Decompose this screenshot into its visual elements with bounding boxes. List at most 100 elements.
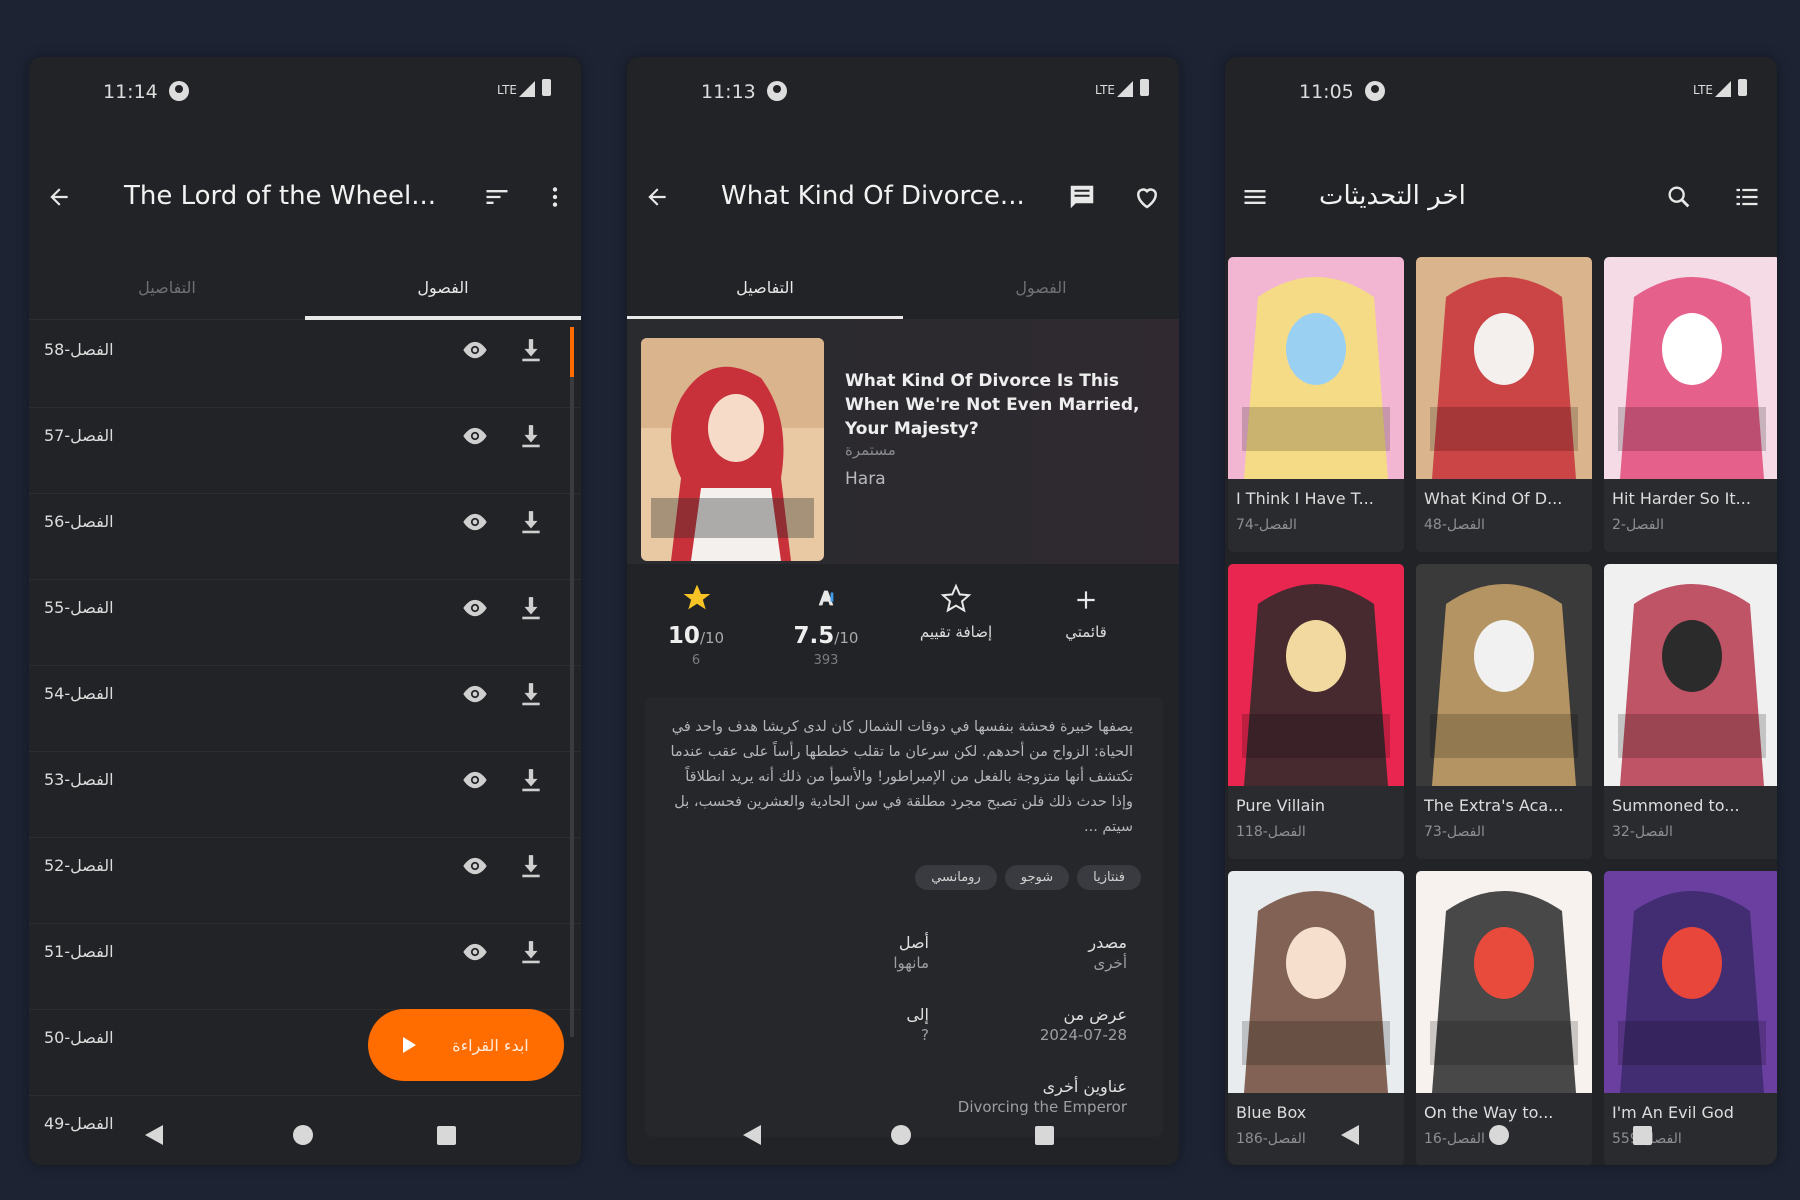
home-circle-icon[interactable] bbox=[891, 1125, 911, 1145]
eye-icon[interactable] bbox=[461, 766, 489, 794]
description-card: يصفها خبيرة فحشة بنفسها في دوقات الشمال … bbox=[645, 697, 1163, 1137]
home-circle-icon[interactable] bbox=[1489, 1125, 1509, 1145]
back-triangle-icon[interactable] bbox=[145, 1125, 163, 1145]
system-nav-bar bbox=[1225, 1103, 1777, 1165]
manga-cover bbox=[1604, 257, 1777, 479]
download-icon[interactable] bbox=[518, 938, 544, 966]
eye-icon[interactable] bbox=[461, 938, 489, 966]
manga-card-chapter: الفصل-73 bbox=[1424, 824, 1485, 840]
eye-icon[interactable] bbox=[461, 508, 489, 536]
cover-image[interactable] bbox=[641, 338, 824, 561]
chapter-row[interactable]: الفصل-55 bbox=[29, 580, 581, 666]
chapter-row[interactable]: الفصل-56 bbox=[29, 494, 581, 580]
notification-icon bbox=[169, 81, 189, 101]
download-icon[interactable] bbox=[518, 852, 544, 880]
publication-status: مستمرة bbox=[845, 441, 896, 459]
info-from: عرض من 2024-07-28 bbox=[1040, 1005, 1127, 1044]
manga-cover bbox=[1604, 564, 1777, 786]
download-icon[interactable] bbox=[518, 422, 544, 450]
tab-chapters[interactable]: الفصول bbox=[903, 257, 1179, 317]
tab-indicator bbox=[305, 316, 581, 320]
notification-icon bbox=[1365, 81, 1385, 101]
eye-icon[interactable] bbox=[461, 852, 489, 880]
tab-chapters[interactable]: الفصول bbox=[305, 257, 581, 317]
genre-chip[interactable]: فنتازيا bbox=[1077, 865, 1141, 890]
chapter-label: الفصل-52 bbox=[44, 856, 114, 875]
eye-icon[interactable] bbox=[461, 680, 489, 708]
recents-square-icon[interactable] bbox=[437, 1126, 456, 1145]
chapter-row[interactable]: الفصل-58 bbox=[29, 322, 581, 408]
battery-icon bbox=[1738, 79, 1747, 96]
chapter-row[interactable]: الفصل-52 bbox=[29, 838, 581, 924]
genre-chip[interactable]: رومانسي bbox=[915, 865, 997, 890]
heart-icon[interactable] bbox=[1129, 179, 1165, 215]
manga-card[interactable]: Summoned to... الفصل-32 bbox=[1604, 564, 1777, 859]
chapter-label: الفصل-56 bbox=[44, 512, 114, 531]
notification-icon bbox=[767, 81, 787, 101]
hamburger-menu-icon[interactable] bbox=[1237, 179, 1273, 215]
download-icon[interactable] bbox=[518, 508, 544, 536]
manga-card-chapter: الفصل-118 bbox=[1236, 824, 1306, 840]
manga-card-title: Pure Villain bbox=[1236, 796, 1325, 815]
status-bar: 11:05 LTE bbox=[1225, 57, 1777, 127]
arrow-back-icon[interactable] bbox=[639, 179, 675, 215]
sort-icon[interactable] bbox=[479, 179, 515, 215]
anilist-stat[interactable]: 7.5/10 393 bbox=[761, 577, 891, 668]
info-from-key: عرض من bbox=[1063, 1005, 1127, 1024]
scrollbar[interactable] bbox=[570, 327, 574, 1037]
download-icon[interactable] bbox=[518, 594, 544, 622]
info-to-key: إلى bbox=[906, 1005, 929, 1024]
download-icon[interactable] bbox=[518, 680, 544, 708]
eye-icon[interactable] bbox=[461, 594, 489, 622]
manga-cover bbox=[1604, 871, 1777, 1093]
chapter-row[interactable]: الفصل-57 bbox=[29, 408, 581, 494]
download-icon[interactable] bbox=[518, 766, 544, 794]
home-circle-icon[interactable] bbox=[293, 1125, 313, 1145]
tab-details[interactable]: التفاصيل bbox=[627, 257, 903, 317]
manga-cover bbox=[1228, 871, 1404, 1093]
manga-card-chapter: الفصل-32 bbox=[1612, 824, 1673, 840]
manga-card-title: Hit Harder So It... bbox=[1612, 489, 1751, 508]
manga-card[interactable]: I Think I Have T... الفصل-74 bbox=[1228, 257, 1404, 552]
manga-card[interactable]: Pure Villain الفصل-118 bbox=[1228, 564, 1404, 859]
status-time: 11:13 bbox=[701, 81, 756, 103]
manga-cover bbox=[1416, 564, 1592, 786]
back-triangle-icon[interactable] bbox=[1341, 1125, 1359, 1145]
download-icon[interactable] bbox=[518, 336, 544, 364]
anilist-icon bbox=[811, 583, 841, 613]
info-from-value: 2024-07-28 bbox=[1039, 1026, 1127, 1044]
info-source-value: أخرى bbox=[1093, 954, 1127, 972]
rating-suffix: /10 bbox=[699, 629, 725, 647]
network-label: LTE bbox=[497, 83, 517, 97]
page-title: What Kind Of Divorce... bbox=[721, 181, 1025, 211]
manga-card[interactable]: The Extra's Aca... الفصل-73 bbox=[1416, 564, 1592, 859]
chapter-row[interactable]: الفصل-51 bbox=[29, 924, 581, 1010]
manga-card-title: What Kind Of D... bbox=[1424, 489, 1563, 508]
anilist-value: 7.5 bbox=[793, 623, 835, 649]
comment-icon[interactable] bbox=[1064, 179, 1100, 215]
chapter-row[interactable]: الفصل-54 bbox=[29, 666, 581, 752]
start-reading-button[interactable]: ابدء القراءة bbox=[368, 1009, 564, 1081]
chapter-row[interactable]: الفصل-53 bbox=[29, 752, 581, 838]
genre-chip[interactable]: شوجو bbox=[1004, 865, 1070, 890]
my-list-button[interactable]: قائمتي bbox=[1021, 577, 1151, 641]
scrollbar-thumb[interactable] bbox=[570, 327, 574, 377]
manga-card[interactable]: What Kind Of D... الفصل-48 bbox=[1416, 257, 1592, 552]
tab-details[interactable]: التفاصيل bbox=[29, 257, 305, 317]
recents-square-icon[interactable] bbox=[1633, 1126, 1652, 1145]
chapter-label: الفصل-53 bbox=[44, 770, 114, 789]
description-text[interactable]: يصفها خبيرة فحشة بنفسها في دوقات الشمال … bbox=[663, 715, 1133, 840]
arrow-back-icon[interactable] bbox=[41, 179, 77, 215]
list-view-icon[interactable] bbox=[1729, 179, 1765, 215]
back-triangle-icon[interactable] bbox=[743, 1125, 761, 1145]
recents-square-icon[interactable] bbox=[1035, 1126, 1054, 1145]
eye-icon[interactable] bbox=[461, 422, 489, 450]
phone-chapters-screen: 11:14 LTE The Lord of the Wheel... التفا… bbox=[29, 57, 581, 1165]
add-rating-button[interactable]: إضافة تقييم bbox=[891, 577, 1021, 641]
search-icon[interactable] bbox=[1661, 179, 1697, 215]
more-vert-icon[interactable] bbox=[537, 179, 573, 215]
eye-icon[interactable] bbox=[461, 336, 489, 364]
rating-value: 10 bbox=[667, 623, 700, 649]
plus-icon bbox=[1069, 583, 1103, 617]
manga-card[interactable]: Hit Harder So It... الفصل-2 bbox=[1604, 257, 1777, 552]
